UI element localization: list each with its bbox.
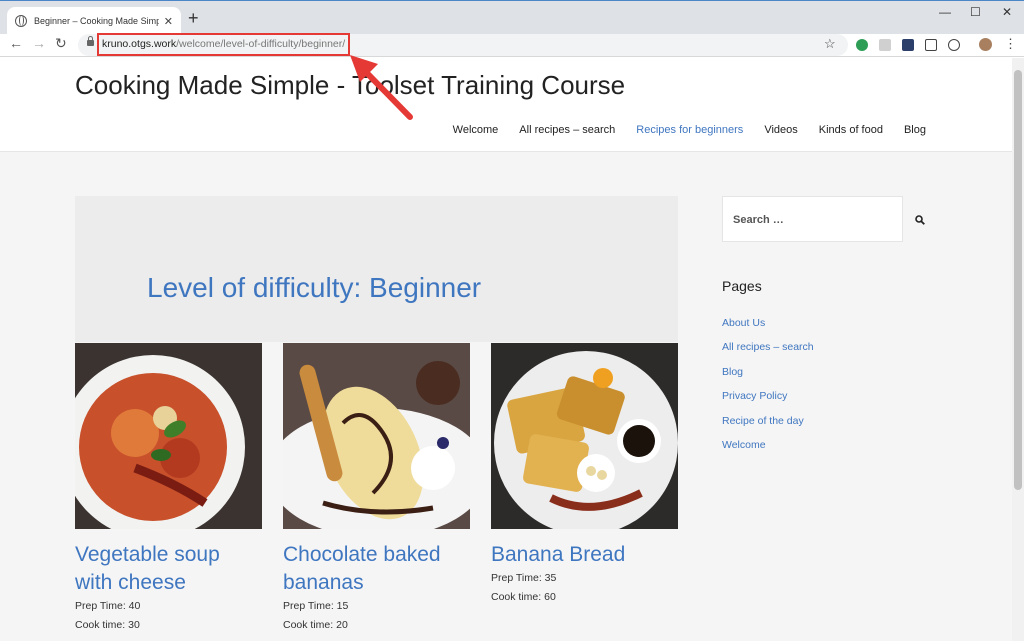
window-close-icon[interactable]: ✕ [1002,5,1012,19]
tab-title: Beginner – Cooking Made Simpl [34,16,159,26]
extension-icon[interactable] [879,39,891,51]
globe-icon [15,15,27,27]
recipe-title-link[interactable]: Vegetable soup with cheese [75,541,262,597]
search-input[interactable]: Search … [722,196,903,242]
prep-time: Prep Time: 15 [283,600,349,612]
menu-item-recipes-for-beginners[interactable]: Recipes for beginners [636,124,743,136]
pages-heading: Pages [722,278,762,294]
recipe-image-soup[interactable] [75,343,262,529]
cook-time: Cook time: 60 [491,591,556,603]
recipe-card: Chocolate baked bananas Prep Time: 15 Coo… [283,343,470,635]
reload-icon[interactable]: ↻ [55,35,67,52]
site-title[interactable]: Cooking Made Simple - Toolset Training C… [75,70,625,101]
browser-tab-bar: Beginner – Cooking Made Simpl ✕ + — ☐ ✕ [0,0,1024,35]
scrollbar-thumb[interactable] [1014,70,1022,490]
web-page: Cooking Made Simple - Toolset Training C… [0,58,1012,641]
menu-item-videos[interactable]: Videos [764,124,797,136]
page-title: Level of difficulty: Beginner [147,272,482,303]
screenshot-icon[interactable] [925,39,937,51]
recipe-card: Banana Bread Prep Time: 35 Cook time: 60 [491,343,678,607]
lock-icon [87,36,94,46]
maximize-icon[interactable]: ☐ [970,5,981,19]
page-link-all-recipes[interactable]: All recipes – search [722,341,814,365]
recipe-image-banana-bread[interactable] [491,343,678,529]
minimize-icon[interactable]: — [939,5,951,19]
cook-time: Cook time: 20 [283,619,348,631]
recipe-title-link[interactable]: Chocolate baked bananas [283,541,470,597]
page-link-blog[interactable]: Blog [722,366,814,390]
page-link-about-us[interactable]: About Us [722,317,814,341]
back-icon[interactable]: ← [9,35,23,51]
site-header: Cooking Made Simple - Toolset Training C… [0,58,1012,152]
main-menu: Welcome All recipes – search Recipes for… [453,124,926,136]
prep-time: Prep Time: 40 [75,600,141,612]
menu-dots-icon[interactable]: ⋮ [1004,36,1017,52]
menu-item-all-recipes[interactable]: All recipes – search [519,124,615,136]
cook-time: Cook time: 30 [75,619,140,631]
extension-icon[interactable] [856,39,868,51]
info-icon[interactable] [948,39,960,51]
page-link-welcome[interactable]: Welcome [722,439,814,463]
menu-item-welcome[interactable]: Welcome [453,124,499,136]
extension-icon[interactable] [902,39,914,51]
recipe-card: Vegetable soup with cheese Prep Time: 40 … [75,343,262,635]
plus-icon[interactable]: + [188,9,199,27]
page-link-recipe-of-the-day[interactable]: Recipe of the day [722,415,814,439]
browser-tab[interactable]: Beginner – Cooking Made Simpl ✕ [7,7,181,35]
archive-header: Level of difficulty: Beginner [75,196,678,342]
url-highlight-box [97,33,350,56]
pages-list: About Us All recipes – search Blog Priva… [722,317,814,463]
star-icon[interactable]: ☆ [824,36,836,52]
search-icon[interactable] [915,215,925,225]
avatar[interactable] [979,38,992,51]
forward-icon[interactable]: → [32,35,46,51]
menu-item-kinds-of-food[interactable]: Kinds of food [819,124,883,136]
recipe-title-link[interactable]: Banana Bread [491,541,678,569]
page-link-privacy-policy[interactable]: Privacy Policy [722,390,814,414]
menu-item-blog[interactable]: Blog [904,124,926,136]
prep-time: Prep Time: 35 [491,572,557,584]
close-icon[interactable]: ✕ [164,15,173,28]
recipe-image-bananas[interactable] [283,343,470,529]
